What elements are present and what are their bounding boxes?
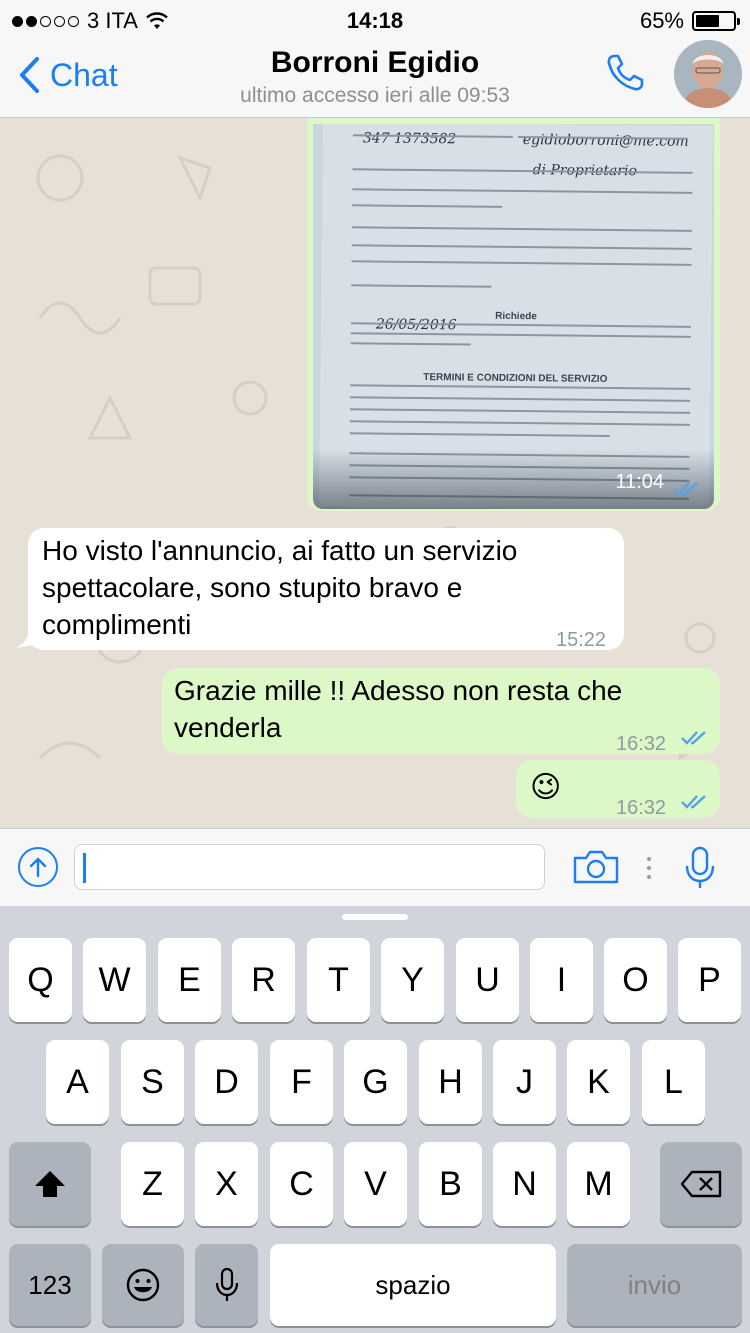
key-h[interactable]: H [419,1040,482,1124]
shift-key[interactable] [9,1142,91,1226]
image-message[interactable]: 347 1373582 egidioborroni@me.com di Prop… [307,118,720,511]
key-a[interactable]: A [46,1040,109,1124]
message-incoming[interactable]: Ho visto l'annuncio, ai fatto un servizi… [28,528,624,651]
message-time: 16:32 [616,797,667,819]
document-photo[interactable]: 347 1373582 egidioborroni@me.com di Prop… [313,124,714,509]
avatar[interactable] [674,40,742,108]
key-g[interactable]: G [344,1040,407,1124]
document-phone: 347 1373582 [362,130,457,148]
message-text: Ho visto l'annuncio, ai fatto un servizi… [42,535,518,640]
key-n[interactable]: N [493,1142,556,1226]
battery-icon [692,11,740,31]
message-input[interactable] [74,844,545,890]
microphone-icon [215,1267,238,1301]
avatar-photo [674,40,742,108]
key-r[interactable]: R [232,938,295,1022]
key-c[interactable]: C [270,1142,333,1226]
key-u[interactable]: U [456,938,519,1022]
key-j[interactable]: J [493,1040,556,1124]
chat-header: Chat Borroni Egidio ultimo accesso ieri … [0,38,750,118]
key-w[interactable]: W [83,938,146,1022]
numbers-key[interactable]: 123 [9,1244,91,1326]
call-button[interactable] [604,52,646,99]
emoji-key[interactable] [102,1244,184,1326]
document-terms-heading: TERMINI E CONDIZIONI DEL SERVIZIO [423,372,608,385]
message-outgoing[interactable]: Grazie mille !! Adesso non resta che ven… [162,668,720,755]
message-time: 16:32 [616,733,667,755]
more-dots-icon [647,857,651,879]
key-k[interactable]: K [567,1040,630,1124]
key-t[interactable]: T [307,938,370,1022]
status-bar: 3 ITA 14:18 65% [0,0,750,38]
key-l[interactable]: L [642,1040,705,1124]
bubble-tail [16,628,40,648]
key-x[interactable]: X [195,1142,258,1226]
backspace-key[interactable] [660,1142,742,1226]
key-s[interactable]: S [121,1040,184,1124]
message-input-bar [0,828,750,906]
key-b[interactable]: B [419,1142,482,1226]
backspace-icon [680,1170,722,1198]
message-time: 15:22 [556,629,607,651]
read-ticks-icon [681,795,706,809]
read-ticks-icon [681,731,706,745]
key-y[interactable]: Y [381,938,444,1022]
key-q[interactable]: Q [9,938,72,1022]
key-v[interactable]: V [344,1142,407,1226]
camera-button[interactable] [572,849,620,890]
key-d[interactable]: D [195,1040,258,1124]
message-emoji: 😉 [530,771,562,804]
read-ticks-icon [673,482,698,496]
message-time: 11:04 [615,471,664,493]
text-cursor [83,853,86,883]
phone-icon [607,54,644,91]
dictation-key[interactable] [195,1244,258,1326]
key-i[interactable]: I [530,938,593,1022]
battery-percent: 65% [639,8,684,33]
voice-button[interactable] [684,846,716,895]
key-z[interactable]: Z [121,1142,184,1226]
key-f[interactable]: F [270,1040,333,1124]
attach-button[interactable] [18,847,58,887]
arrow-up-icon [29,857,47,878]
key-e[interactable]: E [158,938,221,1022]
shift-icon [35,1171,65,1197]
emoji-icon [126,1268,160,1302]
camera-icon [573,850,619,884]
keyboard-handle[interactable] [342,914,408,920]
status-time: 14:18 [346,8,404,33]
microphone-icon [685,846,715,888]
message-outgoing[interactable]: 😉 16:32 [516,760,720,819]
key-p[interactable]: P [678,938,741,1022]
document-date: 26/05/2016 [376,307,457,345]
chat-area[interactable]: 347 1373582 egidioborroni@me.com di Prop… [0,118,750,828]
status-right: 65% [639,8,740,34]
key-o[interactable]: O [604,938,667,1022]
keyboard: Q W E R T Y U I O P A S D F G H J K L Z … [0,906,750,1333]
key-m[interactable]: M [567,1142,630,1226]
return-key[interactable]: invio [567,1244,742,1326]
space-key[interactable]: spazio [270,1244,556,1326]
